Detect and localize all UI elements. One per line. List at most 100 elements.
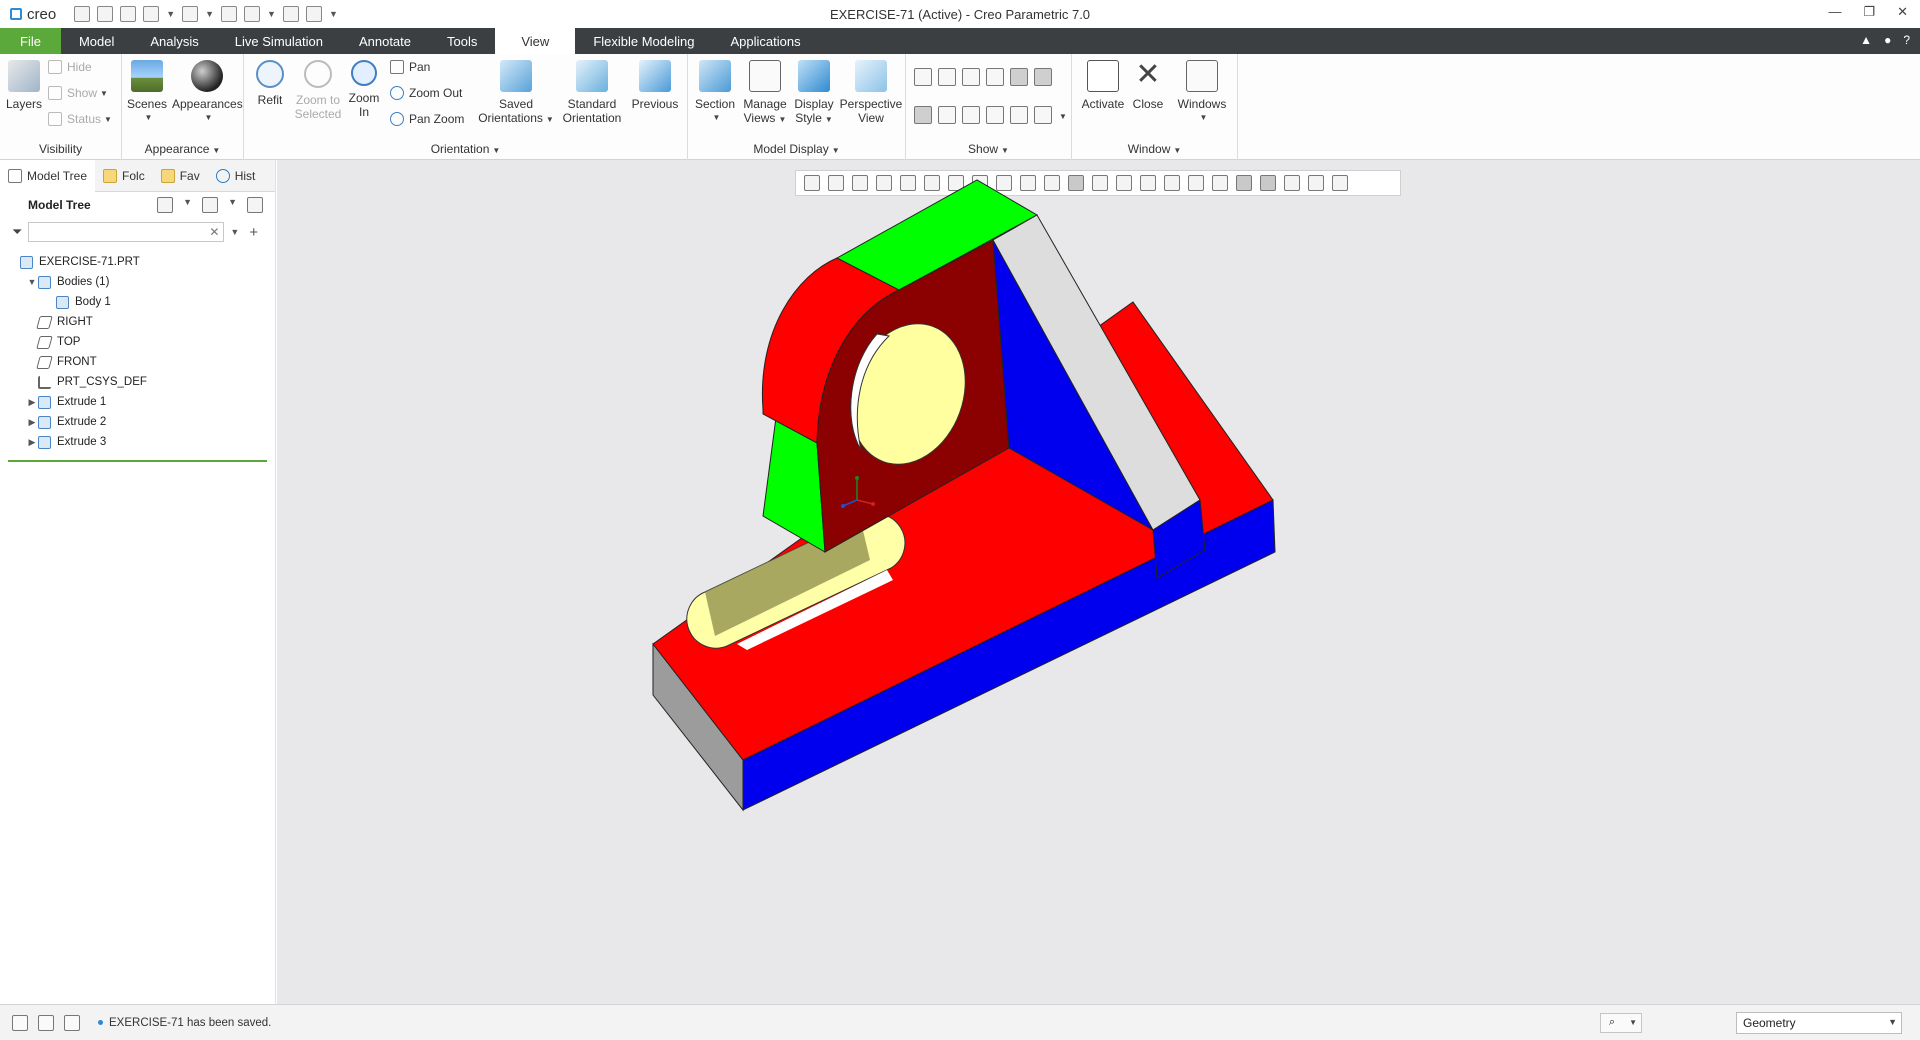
- refit-button[interactable]: Refit: [252, 60, 288, 107]
- group-label-window[interactable]: Window ▼: [1072, 142, 1237, 156]
- windows-dropdown-icon[interactable]: ▼: [267, 9, 276, 19]
- tree-item[interactable]: Body 1: [0, 292, 275, 312]
- tree-item[interactable]: ▶ Extrude 2: [0, 412, 275, 432]
- tab-file[interactable]: File: [0, 28, 61, 54]
- find-button[interactable]: ⌕ ▼: [1600, 1013, 1642, 1033]
- point-display-icon[interactable]: [962, 68, 980, 86]
- tree-item[interactable]: ▶ Extrude 3: [0, 432, 275, 452]
- tree-item[interactable]: ▶ Extrude 1: [0, 392, 275, 412]
- tree-item[interactable]: RIGHT: [0, 312, 275, 332]
- windows-button[interactable]: Windows ▼: [1172, 60, 1232, 125]
- group-label-model-display[interactable]: Model Display ▼: [688, 142, 905, 156]
- full-screen-icon[interactable]: [64, 1014, 80, 1031]
- scenes-button[interactable]: Scenes ▼: [126, 60, 168, 125]
- tab-analysis[interactable]: Analysis: [132, 28, 216, 54]
- close-window-icon[interactable]: [305, 6, 322, 22]
- annotation-display-icon[interactable]: [1034, 68, 1052, 86]
- save-icon[interactable]: [120, 6, 137, 22]
- tree-item[interactable]: ▼ Bodies (1): [0, 272, 275, 292]
- tab-folder-browser[interactable]: Folc: [95, 160, 153, 192]
- tab-model[interactable]: Model: [61, 28, 132, 54]
- hide-button[interactable]: Hide: [48, 60, 92, 74]
- expand-toggle-icon[interactable]: ▶: [26, 417, 38, 428]
- undo-dropdown-icon[interactable]: ▼: [166, 9, 175, 19]
- minimize-icon[interactable]: —: [1828, 4, 1841, 20]
- redo-icon[interactable]: [182, 6, 199, 22]
- tab-model-tree[interactable]: Model Tree: [0, 159, 96, 192]
- tab-favorites[interactable]: Fav: [153, 160, 208, 192]
- display-style-button[interactable]: Display Style ▼: [790, 60, 838, 127]
- saved-orientations-button[interactable]: Saved Orientations ▼: [478, 60, 554, 127]
- tree-item[interactable]: TOP: [0, 332, 275, 352]
- new-file-icon[interactable]: [74, 6, 91, 22]
- group-label-show[interactable]: Show ▼: [906, 142, 1071, 156]
- plane-display-icon[interactable]: [914, 68, 932, 86]
- axis-display-icon[interactable]: [938, 68, 956, 86]
- filter-icon[interactable]: ⏷: [12, 224, 22, 240]
- perspective-view-button[interactable]: Perspective View: [838, 60, 904, 125]
- standard-orientation-button[interactable]: Standard Orientation: [560, 60, 624, 125]
- pan-button[interactable]: Pan: [390, 60, 430, 74]
- tab-flexible-modeling[interactable]: Flexible Modeling: [575, 28, 712, 54]
- help-icon[interactable]: ?: [1903, 33, 1910, 47]
- tree-item[interactable]: PRT_CSYS_DEF: [0, 372, 275, 392]
- tab-view[interactable]: View: [495, 28, 576, 54]
- appearances-button[interactable]: Appearances ▼: [172, 60, 243, 125]
- axis-tag-display-icon[interactable]: [938, 106, 956, 124]
- tab-tools[interactable]: Tools: [429, 28, 495, 54]
- section-button[interactable]: Section ▼: [692, 60, 738, 125]
- group-label-appearance[interactable]: Appearance ▼: [122, 142, 243, 156]
- curve-display-icon[interactable]: [1034, 106, 1052, 124]
- graphics-window[interactable]: [277, 160, 1920, 1004]
- tree-columns-icon[interactable]: [202, 197, 219, 213]
- csys-display-2-icon[interactable]: [1010, 106, 1028, 124]
- open-file-icon[interactable]: [97, 6, 114, 22]
- user-icon[interactable]: ●: [1884, 33, 1891, 47]
- tree-filter-options-icon[interactable]: [247, 197, 263, 213]
- layers-button[interactable]: Layers: [6, 60, 42, 111]
- tree-item[interactable]: FRONT: [0, 352, 275, 372]
- group-label-orientation[interactable]: Orientation ▼: [244, 142, 687, 156]
- restore-icon[interactable]: ❐: [1863, 4, 1875, 20]
- customize-toolbar-icon[interactable]: ▼: [329, 9, 338, 19]
- csys-display-icon[interactable]: [986, 68, 1004, 86]
- tree-settings-dropdown-icon[interactable]: ▼: [183, 197, 192, 213]
- point-tag-display-icon[interactable]: [962, 106, 980, 124]
- tree-search-input[interactable]: ✕: [28, 222, 225, 242]
- csys-tag-display-icon[interactable]: [986, 106, 1004, 124]
- toggle-browser-icon[interactable]: [38, 1014, 54, 1031]
- spin-center-display-icon[interactable]: [1010, 68, 1028, 86]
- search-dropdown-icon[interactable]: ▼: [230, 227, 239, 237]
- expand-toggle-icon[interactable]: ▼: [26, 277, 38, 287]
- regenerate-icon[interactable]: [221, 6, 238, 22]
- tree-item[interactable]: EXERCISE-71.PRT: [0, 252, 275, 272]
- plane-tag-display-icon[interactable]: [914, 106, 932, 124]
- tab-live-simulation[interactable]: Live Simulation: [217, 28, 341, 54]
- expand-toggle-icon[interactable]: ▶: [26, 437, 38, 448]
- tab-applications[interactable]: Applications: [712, 28, 818, 54]
- tree-settings-icon[interactable]: [157, 197, 174, 213]
- undo-icon[interactable]: [143, 6, 160, 22]
- zoom-in-button[interactable]: Zoom In: [348, 60, 380, 119]
- manage-views-button[interactable]: Manage Views ▼: [740, 60, 790, 127]
- expand-toggle-icon[interactable]: ▶: [26, 397, 38, 408]
- zoom-to-selected-button[interactable]: Zoom to Selected: [292, 60, 344, 121]
- status-button[interactable]: Status ▼: [48, 112, 112, 126]
- show-more-dropdown-icon[interactable]: ▼: [1059, 112, 1067, 121]
- close-button[interactable]: ✕ Close: [1128, 60, 1168, 112]
- tree-columns-dropdown-icon[interactable]: ▼: [228, 197, 237, 213]
- clear-search-icon[interactable]: ✕: [209, 225, 219, 239]
- pan-zoom-button[interactable]: Pan Zoom: [390, 112, 464, 126]
- add-filter-icon[interactable]: +: [249, 224, 258, 241]
- previous-button[interactable]: Previous: [628, 60, 682, 111]
- zoom-out-button[interactable]: Zoom Out: [390, 86, 462, 100]
- switch-window-icon[interactable]: [282, 6, 299, 22]
- minimize-ribbon-icon[interactable]: ▲: [1860, 33, 1872, 47]
- redo-dropdown-icon[interactable]: ▼: [205, 9, 214, 19]
- selection-filter-select[interactable]: Geometry ▼: [1736, 1012, 1902, 1034]
- show-button[interactable]: Show ▼: [48, 86, 108, 100]
- activate-button[interactable]: Activate: [1078, 60, 1128, 111]
- windows-icon[interactable]: [244, 6, 261, 22]
- toggle-navigator-icon[interactable]: [12, 1014, 28, 1031]
- part-model-view[interactable]: [277, 160, 1920, 1004]
